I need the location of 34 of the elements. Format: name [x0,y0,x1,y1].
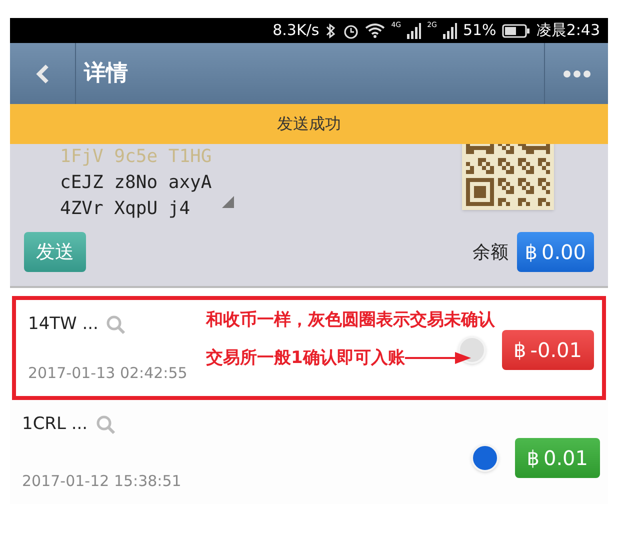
address-line: 4ZVr XqpU j4 [60,197,192,221]
transaction-time: 2017-01-13 02:42:55 [28,362,188,384]
amount-value: 0.01 [543,445,588,472]
transaction-address: 1CRL ... [22,413,88,436]
bitcoin-symbol: ฿ [514,337,526,364]
alarm-icon [343,22,360,38]
clock-time: 凌晨2:43 [536,20,600,42]
signal-icon [442,22,457,38]
wifi-icon [365,23,386,38]
network-speed: 8.3K/s [272,20,320,42]
transaction-address: 14TW ... [28,313,98,336]
toast-text: 发送成功 [277,113,341,135]
annotation-text: 交易所一般1确认即可入账 [206,346,405,370]
balance-label: 余额 [472,240,509,264]
corner-triangle-icon [222,196,234,208]
more-icon [562,70,590,78]
search-icon[interactable] [106,314,126,335]
amount-value: -0.01 [530,337,582,364]
bitcoin-symbol: ฿ [524,239,538,266]
battery-icon [502,24,530,38]
send-button[interactable]: 发送 [24,232,86,272]
balance-value: 0.00 [541,239,586,266]
transaction-time: 2017-01-12 15:38:51 [22,470,182,492]
battery-percent: 51% [462,20,496,42]
page-title: 详情 [82,60,129,88]
annotation-text: 和收币一样，灰色圆圈表示交易未确认 [206,309,495,332]
bitcoin-symbol: ฿ [526,445,540,472]
signal-icon [407,22,422,38]
annotation-arrow [404,351,471,366]
bluetooth-icon [325,22,338,38]
search-icon[interactable] [96,414,116,435]
address-line: cEJZ z8No axyA [60,171,212,195]
back-icon [36,64,50,84]
address-line: 1FjV 9c5e T1HG [60,145,212,169]
